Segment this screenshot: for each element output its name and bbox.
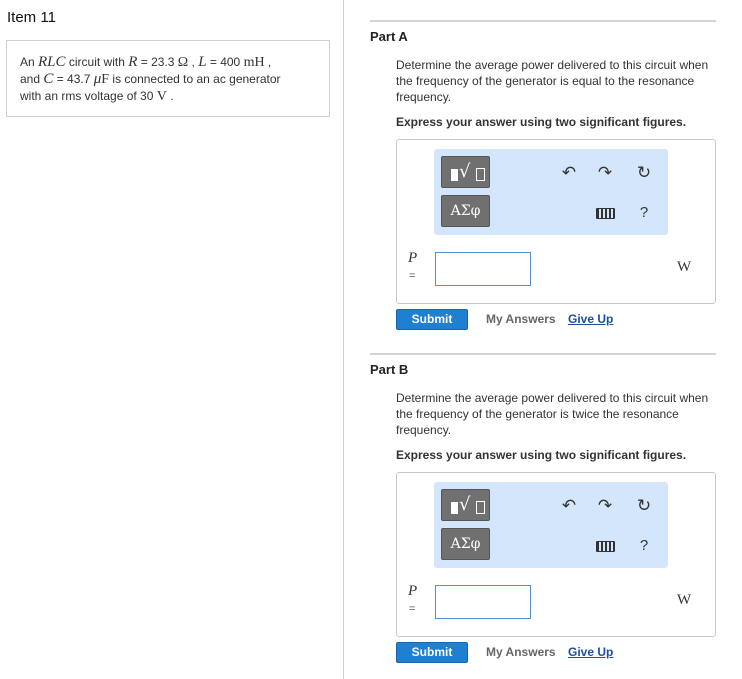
part-title: Part B — [370, 362, 409, 377]
math-toolbar: √ ΑΣφ ↶ ↷ ↻ ? — [434, 149, 668, 235]
problem-statement: An RLC circuit with R = 23.3 Ω , L = 400… — [6, 40, 330, 117]
equals-sign: = — [409, 270, 416, 282]
redo-icon[interactable]: ↷ — [594, 495, 616, 517]
redo-icon[interactable]: ↷ — [594, 162, 616, 184]
part-instruction: Express your answer using two significan… — [396, 448, 687, 462]
part-instruction: Express your answer using two significan… — [396, 115, 687, 129]
unit-label: W — [677, 592, 692, 608]
answer-input[interactable] — [435, 585, 531, 619]
part-description: Determine the average power delivered to… — [396, 58, 709, 104]
variable-label: P — [408, 250, 418, 266]
templates-icon — [451, 169, 458, 181]
greek-symbols-button[interactable]: ΑΣφ — [441, 528, 490, 560]
reset-icon[interactable]: ↻ — [633, 495, 655, 517]
answer-input[interactable] — [435, 252, 531, 286]
templates-icon — [451, 502, 458, 514]
item-title: Item 11 — [7, 9, 56, 26]
greek-symbols-button[interactable]: ΑΣφ — [441, 195, 490, 227]
part-title: Part A — [370, 29, 408, 44]
give-up-link[interactable]: Give Up — [568, 312, 613, 326]
my-answers-link[interactable]: My Answers — [486, 645, 556, 659]
undo-icon[interactable]: ↶ — [558, 495, 580, 517]
submit-button[interactable]: Submit — [396, 309, 468, 330]
answer-box: √ ΑΣφ ↶ ↷ ↻ ? P = W — [396, 472, 716, 637]
unit-label: W — [677, 259, 692, 275]
reset-icon[interactable]: ↻ — [633, 162, 655, 184]
equals-sign: = — [409, 603, 416, 615]
answer-box: √ ΑΣφ ↶ ↷ ↻ ? P = W — [396, 139, 716, 304]
give-up-link[interactable]: Give Up — [568, 645, 613, 659]
templates-button[interactable]: √ — [441, 156, 490, 188]
help-icon[interactable]: ? — [633, 202, 655, 224]
undo-icon[interactable]: ↶ — [558, 162, 580, 184]
part-divider — [370, 353, 716, 355]
left-pane: Item 11 An RLC circuit with R = 23.3 Ω ,… — [0, 0, 344, 679]
math-toolbar: √ ΑΣφ ↶ ↷ ↻ ? — [434, 482, 668, 568]
part-description: Determine the average power delivered to… — [396, 391, 709, 437]
keyboard-icon[interactable] — [594, 535, 616, 557]
keyboard-icon[interactable] — [594, 202, 616, 224]
variable-label: P — [408, 583, 418, 599]
part-divider — [370, 20, 716, 22]
my-answers-link[interactable]: My Answers — [486, 312, 556, 326]
help-icon[interactable]: ? — [633, 535, 655, 557]
templates-button[interactable]: √ — [441, 489, 490, 521]
submit-button[interactable]: Submit — [396, 642, 468, 663]
